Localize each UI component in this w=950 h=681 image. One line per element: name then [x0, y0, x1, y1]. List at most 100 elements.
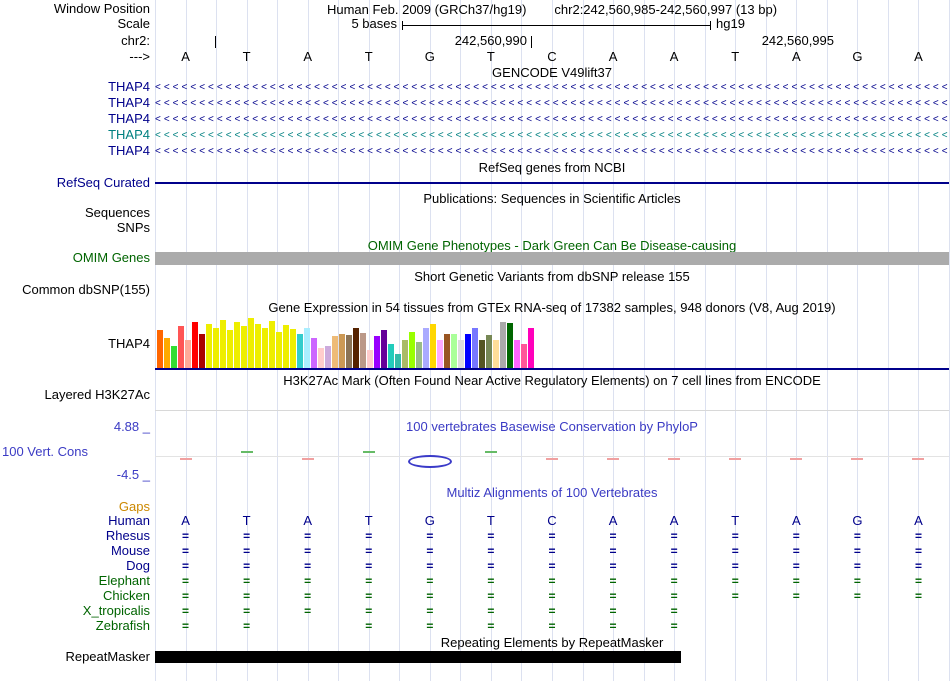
gtex-expression-bar[interactable] — [514, 340, 520, 368]
track-label-mouse[interactable]: Mouse — [0, 544, 150, 558]
gtex-expression-bar[interactable] — [206, 324, 212, 368]
gtex-expression-bar[interactable] — [332, 336, 338, 368]
conservation-tick — [240, 451, 253, 453]
gene-arrow-row[interactable]: <<<<<<<<<<<<<<<<<<<<<<<<<<<<<<<<<<<<<<<<… — [155, 144, 949, 160]
repeatmasker-element-bar[interactable] — [155, 651, 681, 663]
alignment-mark: = — [243, 604, 251, 618]
track-label-gtex-thap4[interactable]: THAP4 — [0, 337, 150, 351]
gtex-expression-bar[interactable] — [451, 334, 457, 368]
track-label-thap4-2[interactable]: THAP4 — [0, 96, 150, 110]
gtex-expression-bar[interactable] — [493, 340, 499, 368]
gtex-expression-bar[interactable] — [409, 332, 415, 368]
gtex-expression-bar[interactable] — [381, 330, 387, 368]
track-label-zebrafish[interactable]: Zebrafish — [0, 619, 150, 633]
gtex-expression-bar[interactable] — [269, 321, 275, 368]
track-label-rhesus[interactable]: Rhesus — [0, 529, 150, 543]
track-label-repeatmasker[interactable]: RepeatMasker — [0, 650, 150, 664]
track-label-omim-genes[interactable]: OMIM Genes — [0, 251, 150, 265]
gtex-expression-bar[interactable] — [283, 325, 289, 368]
alignment-mark: = — [853, 544, 861, 558]
track-label-refseq-curated[interactable]: RefSeq Curated — [0, 176, 150, 190]
gtex-expression-bar[interactable] — [192, 322, 198, 368]
gene-arrow-row[interactable]: <<<<<<<<<<<<<<<<<<<<<<<<<<<<<<<<<<<<<<<<… — [155, 112, 949, 128]
alignment-mark: = — [426, 574, 434, 588]
gtex-expression-bar[interactable] — [199, 334, 205, 368]
alignment-mark: = — [548, 619, 556, 633]
track-label-thap4-3[interactable]: THAP4 — [0, 112, 150, 126]
track-label-vert-cons[interactable]: 100 Vert. Cons — [0, 445, 152, 459]
gtex-expression-bar[interactable] — [311, 338, 317, 368]
gtex-expression-bar[interactable] — [472, 328, 478, 368]
gtex-expression-bar[interactable] — [241, 326, 247, 368]
track-label-thap4-5[interactable]: THAP4 — [0, 144, 150, 158]
gtex-expression-bar[interactable] — [465, 334, 471, 368]
track-label-x_tropicalis[interactable]: X_tropicalis — [0, 604, 150, 618]
gtex-expression-bar[interactable] — [479, 340, 485, 368]
gene-arrow-row[interactable]: <<<<<<<<<<<<<<<<<<<<<<<<<<<<<<<<<<<<<<<<… — [155, 96, 949, 112]
gtex-expression-bar[interactable] — [171, 346, 177, 368]
gtex-expression-bar[interactable] — [213, 328, 219, 368]
gtex-expression-bar[interactable] — [255, 324, 261, 368]
conservation-max-value: 4.88 _ — [113, 419, 150, 434]
gtex-expression-bar[interactable] — [486, 335, 492, 368]
gtex-expression-bar[interactable] — [325, 346, 331, 368]
gtex-expression-bar[interactable] — [290, 329, 296, 368]
gtex-expression-bar[interactable] — [444, 334, 450, 368]
gtex-expression-bar[interactable] — [416, 342, 422, 368]
gtex-expression-bar[interactable] — [339, 334, 345, 368]
track-label-snps[interactable]: SNPs — [0, 221, 150, 235]
gtex-expression-bar[interactable] — [353, 328, 359, 368]
gtex-expression-bar[interactable] — [178, 326, 184, 368]
alignment-mark: = — [731, 529, 739, 543]
base-letter: G — [424, 49, 435, 64]
gtex-expression-bar[interactable] — [157, 330, 163, 368]
gtex-expression-bar[interactable] — [227, 330, 233, 368]
base-letter: A — [791, 49, 801, 64]
window-position-label: Window Position — [53, 1, 150, 16]
gtex-expression-bar[interactable] — [360, 333, 366, 368]
track-label-gaps[interactable]: Gaps — [0, 500, 150, 514]
gtex-expression-bar[interactable] — [395, 354, 401, 368]
gtex-expression-bar[interactable] — [374, 336, 380, 368]
gtex-expression-bar[interactable] — [507, 323, 513, 368]
gtex-expression-bar[interactable] — [164, 338, 170, 368]
gtex-expression-bar[interactable] — [346, 335, 352, 368]
gtex-expression-bar[interactable] — [402, 340, 408, 368]
refseq-gene-bar[interactable] — [155, 182, 949, 184]
gtex-expression-bar[interactable] — [367, 350, 373, 368]
track-label-thap4-1[interactable]: THAP4 — [0, 80, 150, 94]
gtex-expression-bar[interactable] — [220, 320, 226, 368]
gene-arrow-row[interactable]: <<<<<<<<<<<<<<<<<<<<<<<<<<<<<<<<<<<<<<<<… — [155, 80, 949, 96]
alignment-mark: = — [365, 589, 373, 603]
track-label-chicken[interactable]: Chicken — [0, 589, 150, 603]
gtex-expression-bar[interactable] — [437, 340, 443, 368]
gtex-expression-bar[interactable] — [276, 332, 282, 368]
gtex-expression-bar[interactable] — [500, 322, 506, 368]
gtex-expression-bar[interactable] — [234, 322, 240, 368]
gtex-expression-bar[interactable] — [521, 344, 527, 368]
gtex-expression-bar[interactable] — [248, 318, 254, 368]
gtex-expression-bar[interactable] — [318, 348, 324, 368]
track-label-dog[interactable]: Dog — [0, 559, 150, 573]
track-label-elephant[interactable]: Elephant — [0, 574, 150, 588]
gtex-expression-bar[interactable] — [528, 328, 534, 368]
gtex-expression-barchart[interactable] — [157, 316, 534, 368]
gtex-expression-bar[interactable] — [423, 328, 429, 368]
gtex-expression-bar[interactable] — [304, 328, 310, 368]
gtex-expression-bar[interactable] — [185, 340, 191, 368]
omim-gene-bar[interactable] — [155, 252, 949, 265]
track-label-common-dbsnp[interactable]: Common dbSNP(155) — [0, 283, 150, 297]
gtex-expression-bar[interactable] — [388, 344, 394, 368]
conservation-tick — [729, 458, 742, 460]
track-label-human[interactable]: Human — [0, 514, 150, 528]
track-label-layered-h3k27ac[interactable]: Layered H3K27Ac — [0, 388, 150, 402]
gtex-expression-bar[interactable] — [262, 328, 268, 368]
track-title-dbsnp: Short Genetic Variants from dbSNP releas… — [414, 269, 690, 284]
gtex-expression-bar[interactable] — [297, 334, 303, 368]
gtex-expression-bar[interactable] — [458, 340, 464, 368]
track-label-sequences[interactable]: Sequences — [0, 206, 150, 220]
alignment-mark: = — [670, 544, 678, 558]
gene-arrow-row[interactable]: <<<<<<<<<<<<<<<<<<<<<<<<<<<<<<<<<<<<<<<<… — [155, 128, 949, 144]
gtex-expression-bar[interactable] — [430, 324, 436, 368]
track-label-thap4-4[interactable]: THAP4 — [0, 128, 150, 142]
